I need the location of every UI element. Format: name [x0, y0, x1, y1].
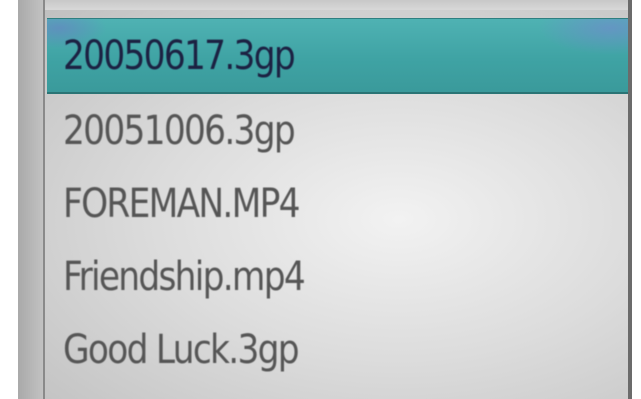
device-frame: 20050617.3gp 20051006.3gp FOREMAN.MP4 Fr… — [0, 0, 641, 399]
file-list: 20050617.3gp 20051006.3gp FOREMAN.MP4 Fr… — [47, 18, 628, 399]
file-item-selected[interactable]: 20050617.3gp — [47, 18, 628, 94]
file-item[interactable]: Good Luck.3gp — [47, 313, 628, 386]
phone-screen: 20050617.3gp 20051006.3gp FOREMAN.MP4 Fr… — [18, 0, 632, 399]
file-name: Good Luck.3gp — [63, 326, 300, 373]
file-name: 20051006.3gp — [63, 107, 296, 154]
top-strip — [18, 0, 632, 10]
left-rail — [18, 0, 45, 399]
file-item[interactable]: Friendship.mp4 — [47, 240, 628, 313]
file-name: 20050617.3gp — [63, 32, 296, 79]
file-item[interactable]: 20051006.3gp — [47, 94, 628, 167]
file-name: Friendship.mp4 — [63, 253, 306, 300]
screen-edge — [628, 0, 632, 399]
file-name: FOREMAN.MP4 — [63, 180, 300, 227]
file-item[interactable]: FOREMAN.MP4 — [47, 167, 628, 240]
